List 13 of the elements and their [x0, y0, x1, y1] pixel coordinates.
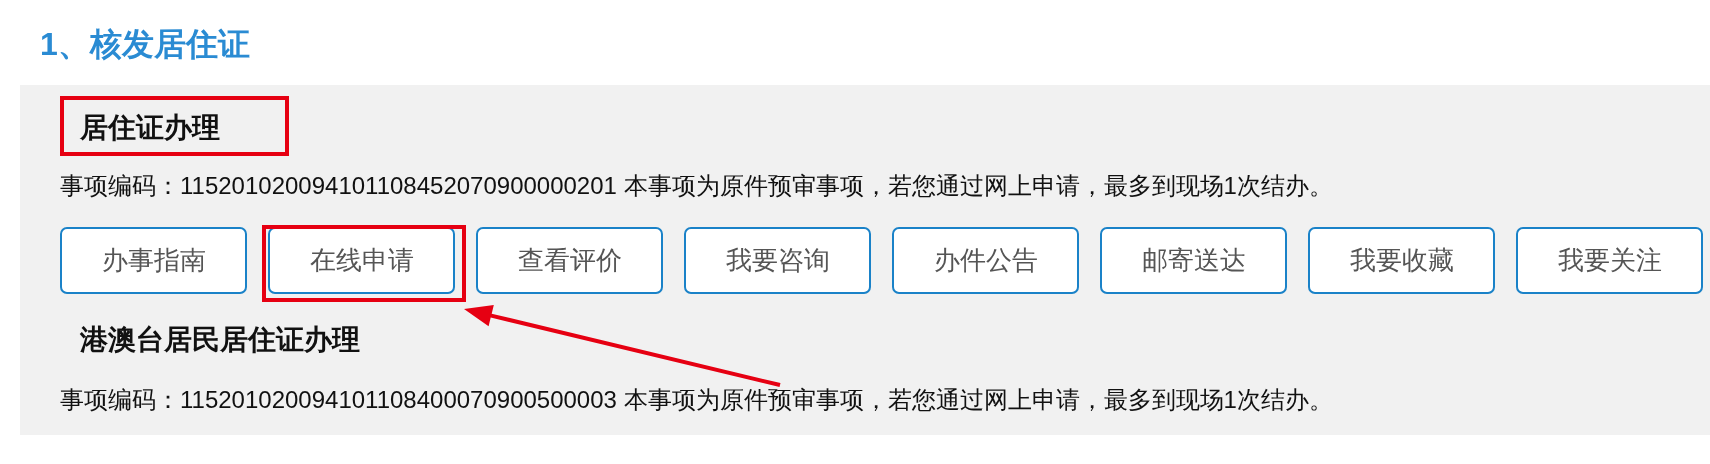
action-button[interactable]: 我要咨询 [684, 227, 871, 294]
action-button[interactable]: 办件公告 [892, 227, 1079, 294]
action-button[interactable]: 办事指南 [60, 227, 247, 294]
item-title: 居住证办理 [80, 111, 220, 145]
action-button[interactable]: 邮寄送达 [1100, 227, 1287, 294]
action-button[interactable]: 我要关注 [1516, 227, 1703, 294]
item-title: 港澳台居民居住证办理 [80, 323, 360, 357]
section-heading: 1、核发居住证 [40, 25, 251, 64]
item-code-line: 事项编码：115201020094101108452070900000201 本事项为原件预审事项，若您通过网上申请，最多到现场1次结办。 [60, 171, 1334, 201]
action-button[interactable]: 我要收藏 [1308, 227, 1495, 294]
action-button[interactable]: 查看评价 [476, 227, 663, 294]
action-button[interactable]: 在线申请 [268, 227, 455, 294]
item-code-line: 事项编码：115201020094101108400070900500003 本事项为原件预审事项，若您通过网上申请，最多到现场1次结办。 [60, 385, 1334, 415]
